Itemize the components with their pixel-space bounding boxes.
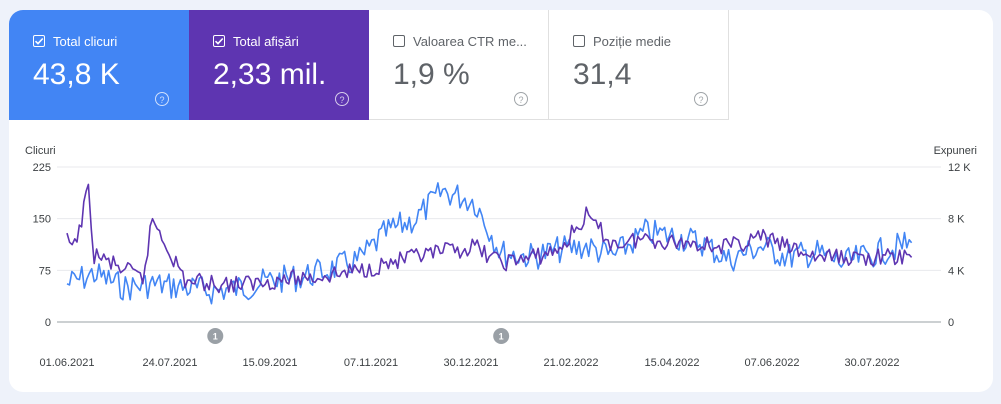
x-axis-tick: 15.04.2022	[644, 357, 699, 369]
x-axis-tick: 07.11.2021	[344, 357, 398, 369]
x-axis-tick: 30.07.2022	[844, 357, 899, 369]
x-axis-tick: 30.12.2021	[443, 357, 498, 369]
x-axis-tick: 07.06.2022	[744, 357, 799, 369]
impressions-series-line	[66, 183, 913, 294]
left-axis-tick: 150	[33, 214, 51, 226]
x-axis-tick: 15.09.2021	[242, 357, 297, 369]
annotation-label: 1	[213, 332, 218, 342]
left-axis-title: Clicuri	[25, 145, 56, 157]
right-axis-tick: 4 K	[948, 265, 965, 277]
left-axis-tick: 225	[33, 162, 51, 174]
performance-card: Total clicuri 43,8 K ? Total afișări 2,3…	[9, 10, 993, 392]
annotation-label: 1	[499, 332, 504, 342]
right-axis-tick: 8 K	[948, 214, 965, 226]
performance-chart[interactable]: Clicuri Expuneri 0 75 150 225 0 4 K 8 K 12 K 01.06…	[9, 10, 993, 392]
left-axis-tick: 0	[45, 317, 51, 329]
right-axis-title: Expuneri	[934, 145, 977, 157]
x-axis-tick: 24.07.2021	[142, 357, 197, 369]
left-axis-tick: 75	[39, 265, 51, 277]
x-axis-tick: 21.02.2022	[543, 357, 598, 369]
clicks-series-line	[66, 182, 913, 305]
x-axis-tick: 01.06.2021	[39, 357, 94, 369]
right-axis-tick: 0	[948, 317, 954, 329]
right-axis-tick: 12 K	[948, 162, 971, 174]
